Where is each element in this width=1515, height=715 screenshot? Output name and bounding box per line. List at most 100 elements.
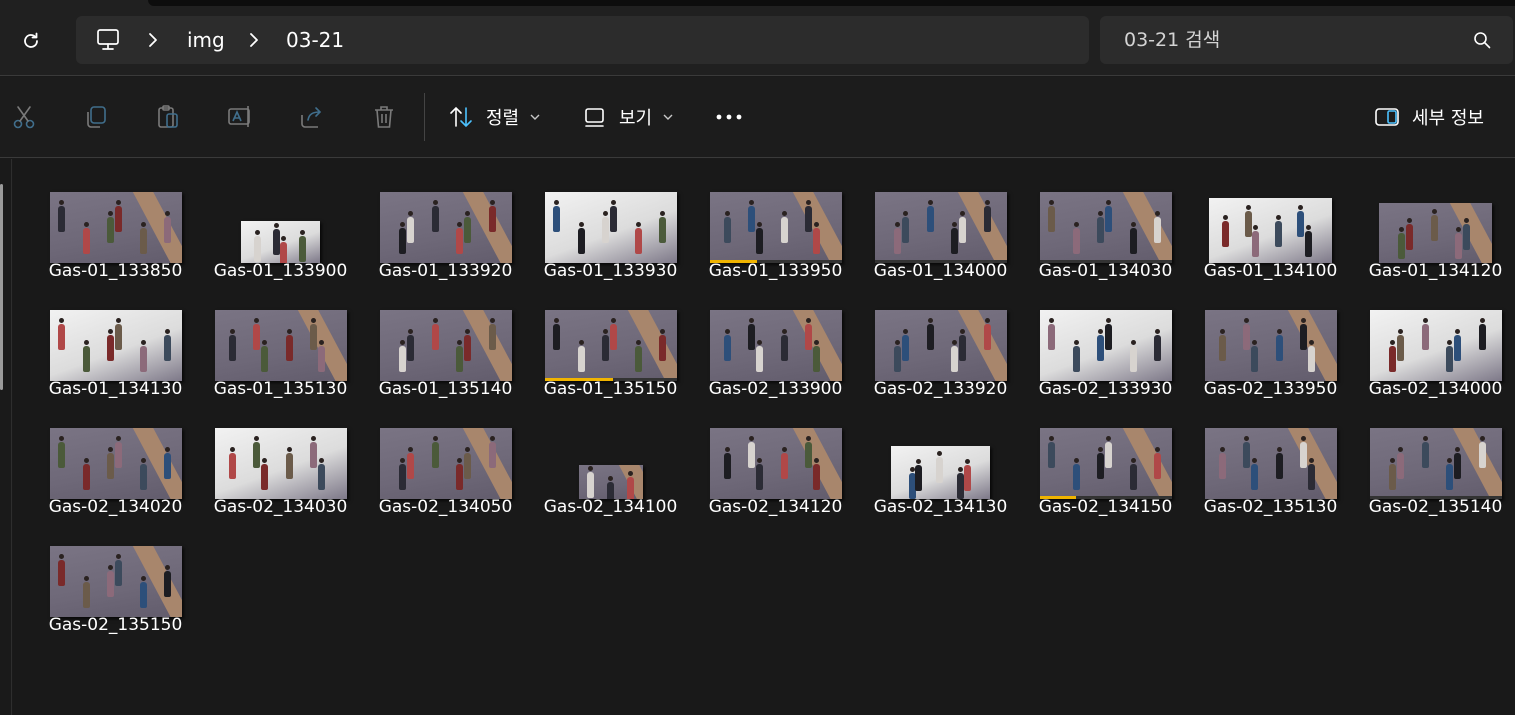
file-name-label: Gas-02_133950 bbox=[1203, 379, 1338, 399]
file-item[interactable]: Gas-02_133900 bbox=[693, 293, 858, 411]
file-item[interactable]: Gas-02_133950 bbox=[1188, 293, 1353, 411]
file-item[interactable]: Gas-02_134020 bbox=[33, 411, 198, 529]
delete-icon[interactable] bbox=[370, 103, 398, 131]
file-name-label: Gas-02_134120 bbox=[708, 497, 843, 517]
file-item[interactable]: Gas-01_134130 bbox=[33, 293, 198, 411]
pedestrian-figure bbox=[309, 318, 317, 350]
computer-icon[interactable] bbox=[95, 27, 121, 53]
pedestrian-figure bbox=[609, 318, 617, 350]
pedestrian-figure bbox=[950, 222, 958, 254]
pedestrian-figure bbox=[57, 200, 65, 232]
file-item[interactable]: Gas-01_135130 bbox=[198, 293, 363, 411]
file-item[interactable]: Gas-02_134150 bbox=[1023, 411, 1188, 529]
thumbnail-frame bbox=[33, 293, 198, 381]
thumbnail-frame bbox=[528, 175, 693, 263]
thumbnail-frame bbox=[1353, 293, 1515, 381]
pedestrian-figure bbox=[1445, 340, 1453, 372]
pedestrian-figure bbox=[658, 211, 666, 243]
file-item[interactable]: Gas-01_133850 bbox=[33, 175, 198, 293]
pedestrian-figure bbox=[1104, 200, 1112, 232]
pedestrian-figure bbox=[1242, 318, 1250, 350]
pedestrian-figure bbox=[893, 222, 901, 254]
breadcrumb-current-folder[interactable]: 03-21 bbox=[286, 28, 344, 52]
file-item[interactable]: Gas-02_134050 bbox=[363, 411, 528, 529]
file-item[interactable]: Gas-02_135140 bbox=[1353, 411, 1515, 529]
pedestrian-figure bbox=[747, 200, 755, 232]
pedestrian-figure bbox=[1096, 211, 1104, 243]
pedestrian-figure bbox=[1478, 436, 1486, 468]
file-item[interactable]: Gas-01_133920 bbox=[363, 175, 528, 293]
file-item[interactable]: Gas-01_133950 bbox=[693, 175, 858, 293]
chevron-down-icon bbox=[530, 114, 540, 120]
pedestrian-figure bbox=[431, 318, 439, 350]
file-name-label: Gas-01_134100 bbox=[1203, 261, 1338, 281]
pedestrian-figure bbox=[1299, 318, 1307, 350]
file-item[interactable]: Gas-02_134030 bbox=[198, 411, 363, 529]
file-item[interactable]: Gas-01_134000 bbox=[858, 175, 1023, 293]
pedestrian-figure bbox=[893, 340, 901, 372]
image-thumbnail bbox=[214, 310, 347, 381]
pedestrian-figure bbox=[488, 436, 496, 468]
file-item[interactable]: Gas-02_133920 bbox=[858, 293, 1023, 411]
search-box[interactable] bbox=[1100, 16, 1513, 64]
file-item[interactable]: Gas-01_133930 bbox=[528, 175, 693, 293]
file-name-label: Gas-02_134030 bbox=[213, 497, 348, 517]
more-options-button[interactable] bbox=[712, 105, 746, 129]
file-name-label: Gas-02_134130 bbox=[873, 497, 1008, 517]
file-item[interactable]: Gas-01_134120 bbox=[1353, 175, 1515, 293]
file-item[interactable]: Gas-01_133900 bbox=[198, 175, 363, 293]
sort-button[interactable]: 정렬 bbox=[448, 99, 553, 135]
file-item[interactable]: Gas-01_134030 bbox=[1023, 175, 1188, 293]
details-pane-button[interactable]: 세부 정보 bbox=[1374, 99, 1484, 135]
search-icon[interactable] bbox=[1472, 30, 1492, 50]
search-input[interactable] bbox=[1100, 16, 1460, 64]
thumbnail-frame bbox=[1188, 293, 1353, 381]
file-item[interactable]: Gas-01_135140 bbox=[363, 293, 528, 411]
image-thumbnail bbox=[379, 428, 512, 499]
share-icon[interactable] bbox=[298, 103, 326, 131]
file-item[interactable]: Gas-02_134100 bbox=[528, 411, 693, 529]
cut-icon[interactable] bbox=[10, 103, 38, 131]
navigation-scrollbar[interactable] bbox=[0, 184, 3, 390]
file-item[interactable]: Gas-02_135130 bbox=[1188, 411, 1353, 529]
pedestrian-figure bbox=[1275, 215, 1282, 247]
pedestrian-figure bbox=[1104, 318, 1112, 350]
pedestrian-figure bbox=[1463, 218, 1470, 250]
pedestrian-figure bbox=[163, 447, 171, 479]
breadcrumb-img[interactable]: img bbox=[187, 28, 225, 52]
copy-icon[interactable] bbox=[82, 103, 110, 131]
chevron-right-icon[interactable] bbox=[247, 30, 261, 50]
pedestrian-figure bbox=[1104, 436, 1112, 468]
pedestrian-figure bbox=[601, 329, 609, 361]
file-item[interactable]: Gas-02_134120 bbox=[693, 411, 858, 529]
rename-icon[interactable] bbox=[226, 103, 254, 131]
refresh-button[interactable] bbox=[14, 24, 48, 58]
pedestrian-figure bbox=[463, 211, 471, 243]
pedestrian-figure bbox=[82, 576, 90, 608]
pedestrian-figure bbox=[463, 447, 471, 479]
thumbnail-frame bbox=[363, 175, 528, 263]
chevron-right-icon[interactable] bbox=[146, 30, 160, 50]
image-thumbnail bbox=[1204, 310, 1337, 381]
file-item[interactable]: Gas-02_134000 bbox=[1353, 293, 1515, 411]
file-item[interactable]: Gas-02_134130 bbox=[858, 411, 1023, 529]
file-item[interactable]: Gas-01_135150 bbox=[528, 293, 693, 411]
view-button[interactable]: 보기 bbox=[583, 99, 686, 135]
pedestrian-figure bbox=[755, 458, 763, 490]
pedestrian-figure bbox=[455, 340, 463, 372]
pedestrian-figure bbox=[958, 211, 966, 243]
thumbnail-frame bbox=[858, 175, 1023, 263]
file-item[interactable]: Gas-02_135150 bbox=[33, 529, 198, 647]
address-box[interactable]: img 03-21 bbox=[76, 16, 1089, 64]
pedestrian-figure bbox=[431, 436, 439, 468]
pedestrian-figure bbox=[983, 200, 991, 232]
pedestrian-figure bbox=[804, 200, 812, 232]
pedestrian-figure bbox=[586, 466, 594, 498]
pedestrian-figure bbox=[260, 340, 268, 372]
file-item[interactable]: Gas-02_133930 bbox=[1023, 293, 1188, 411]
file-item[interactable]: Gas-01_134100 bbox=[1188, 175, 1353, 293]
pedestrian-figure bbox=[1096, 329, 1104, 361]
image-thumbnail bbox=[49, 428, 182, 499]
paste-icon[interactable] bbox=[154, 103, 182, 131]
pedestrian-figure bbox=[163, 211, 171, 243]
